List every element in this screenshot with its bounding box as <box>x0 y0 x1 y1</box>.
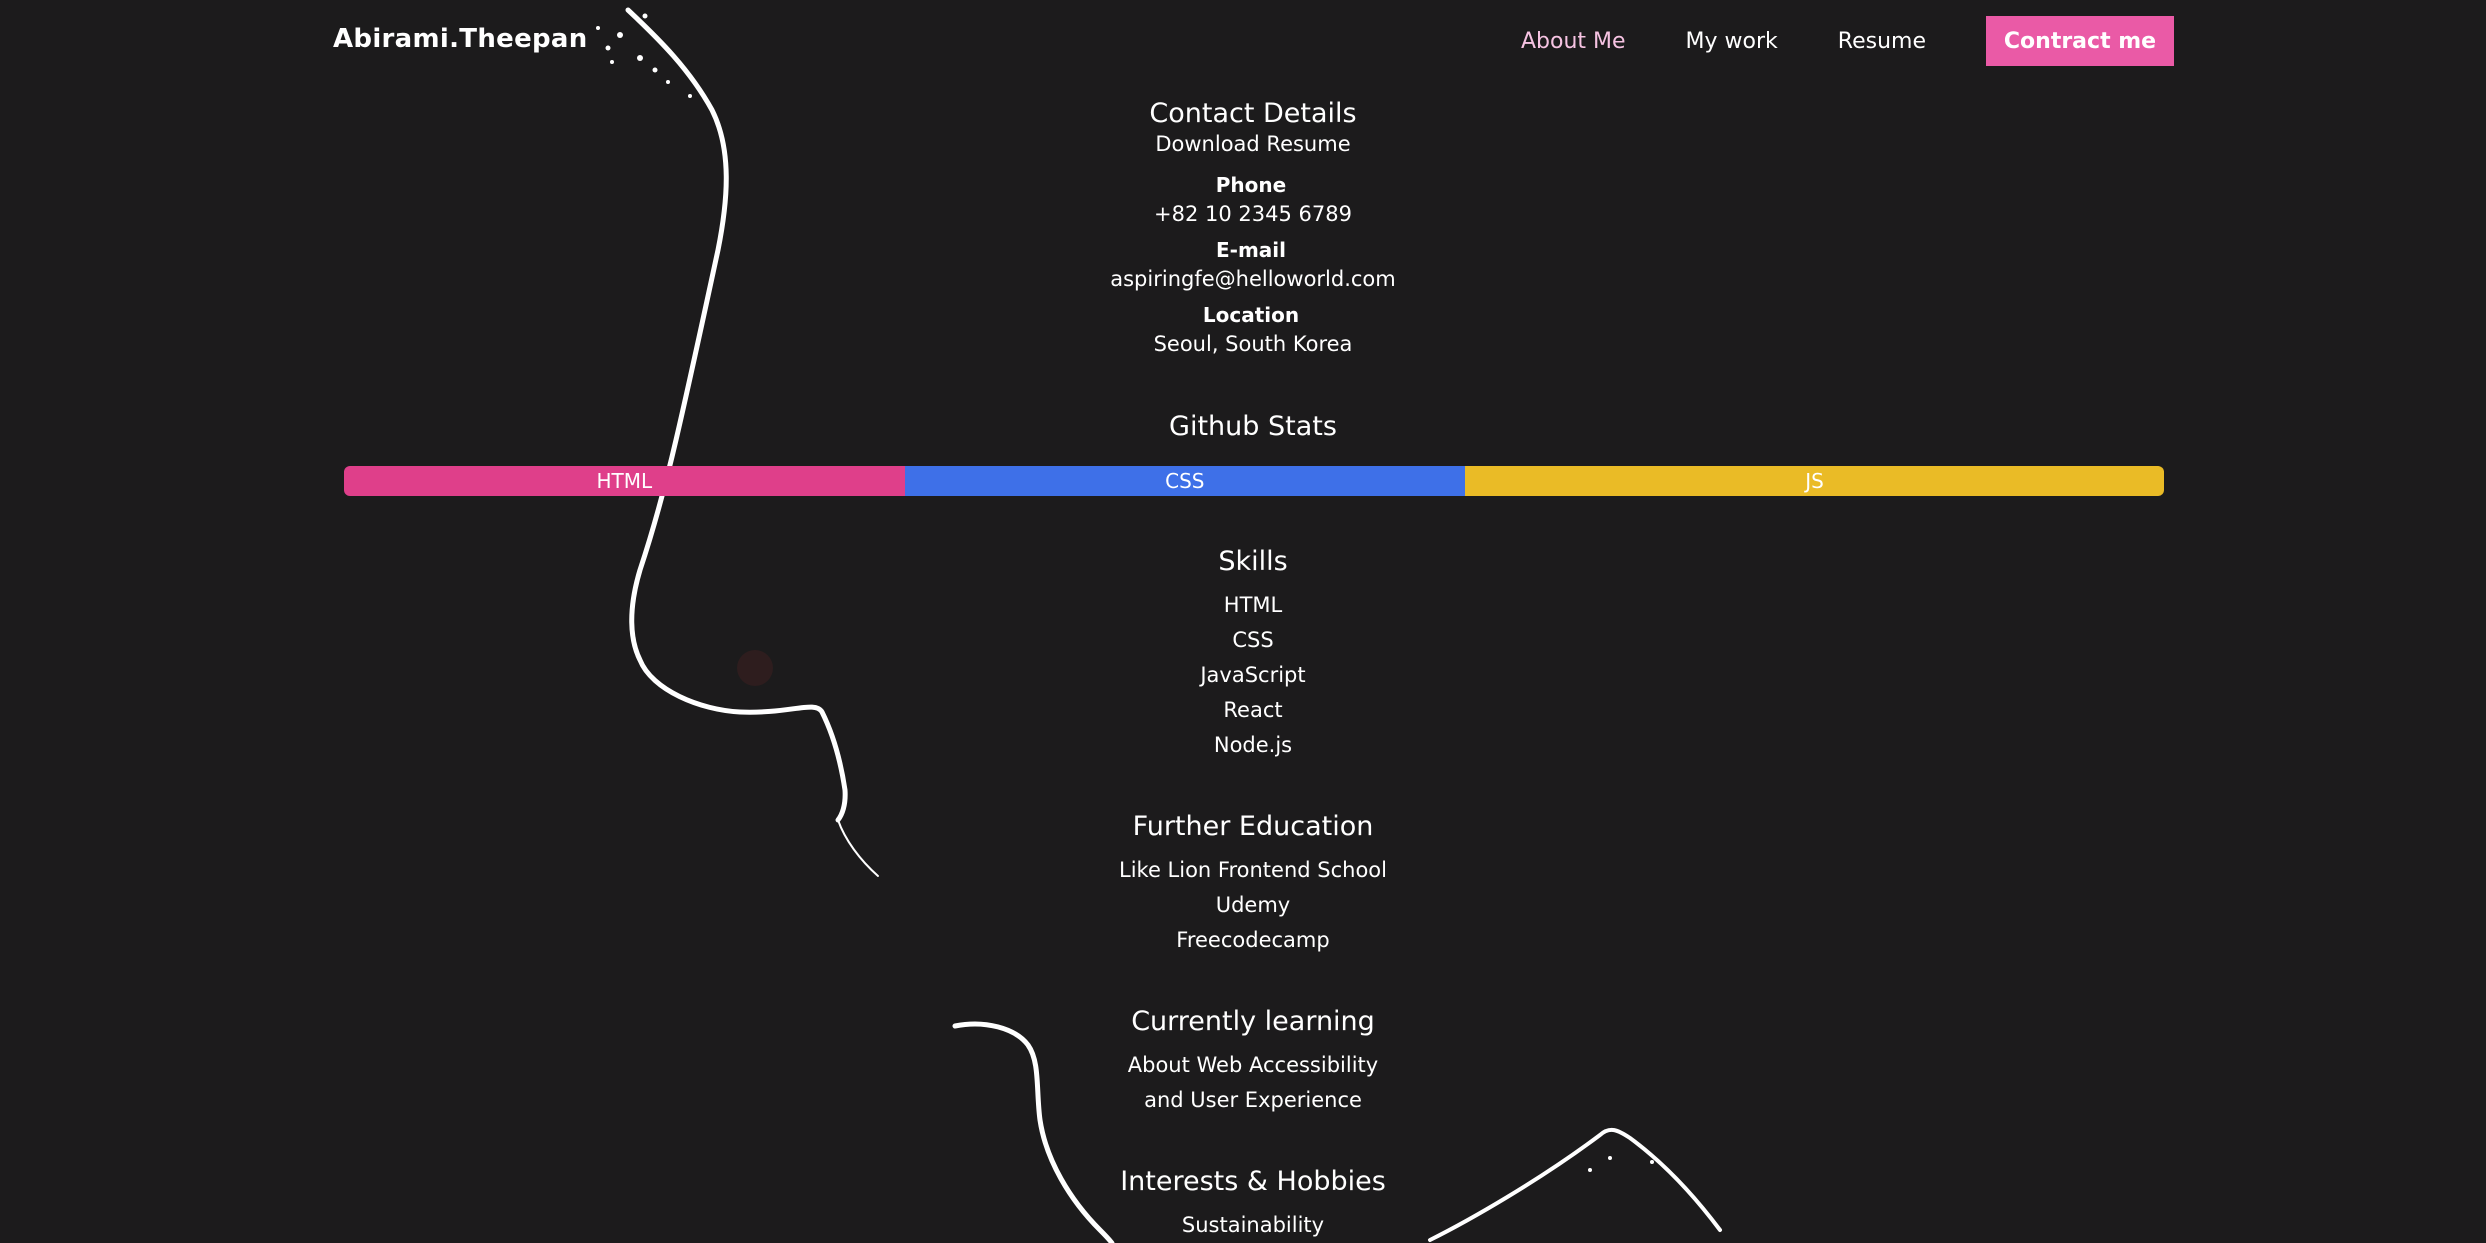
github-stats-title: Github Stats <box>1169 411 1337 442</box>
contact-me-button[interactable]: Contract me <box>1986 16 2174 66</box>
contact-details-title: Contact Details <box>1149 98 1357 129</box>
education-title: Further Education <box>1132 811 1374 842</box>
skill-item: HTML <box>1223 593 1283 617</box>
learning-line: and User Experience <box>1144 1088 1362 1112</box>
phone-value: +82 10 2345 6789 <box>1154 202 1352 226</box>
email-label: E-mail <box>1215 238 1286 262</box>
skill-item: Node.js <box>1213 733 1293 757</box>
interests-hobbies-title: Interests & Hobbies <box>1120 1166 1386 1197</box>
site-logo[interactable]: Abirami.Theepan <box>333 24 588 54</box>
nav-my-work[interactable]: My work <box>1686 29 1778 54</box>
phone-label: Phone <box>1215 173 1287 197</box>
language-label-html: HTML <box>596 469 653 493</box>
location-value: Seoul, South Korea <box>1153 332 1353 356</box>
language-label-css: CSS <box>1165 469 1205 493</box>
download-resume-link[interactable]: Download Resume <box>0 132 2486 156</box>
education-item: Udemy <box>1215 893 1291 917</box>
hobby-item: Sustainability <box>1181 1213 1325 1237</box>
page: Abirami.Theepan About Me My work Resume … <box>0 0 2486 1243</box>
learning-line: About Web Accessibility <box>1127 1053 1379 1077</box>
language-label-js: JS <box>1805 469 1824 493</box>
education-item: Like Lion Frontend School <box>1119 858 1387 882</box>
education-item: Freecodecamp <box>1176 928 1330 952</box>
language-segment-css: CSS <box>904 466 1466 496</box>
main-nav: About Me My work Resume Contract me <box>1461 16 2174 66</box>
skills-title: Skills <box>1218 546 1288 577</box>
currently-learning-title: Currently learning <box>1131 1006 1375 1037</box>
email-value: aspiringfe@helloworld.com <box>1110 267 1396 291</box>
nav-about-me[interactable]: About Me <box>1521 29 1626 54</box>
skill-item: CSS <box>1232 628 1274 652</box>
language-segment-html: HTML <box>344 466 905 496</box>
nav-resume[interactable]: Resume <box>1838 29 1926 54</box>
location-label: Location <box>1202 303 1300 327</box>
github-language-bar: HTML CSS JS <box>344 466 2164 496</box>
skill-item: React <box>1223 698 1283 722</box>
skill-item: JavaScript <box>1200 663 1306 687</box>
language-segment-js: JS <box>1465 466 2164 496</box>
